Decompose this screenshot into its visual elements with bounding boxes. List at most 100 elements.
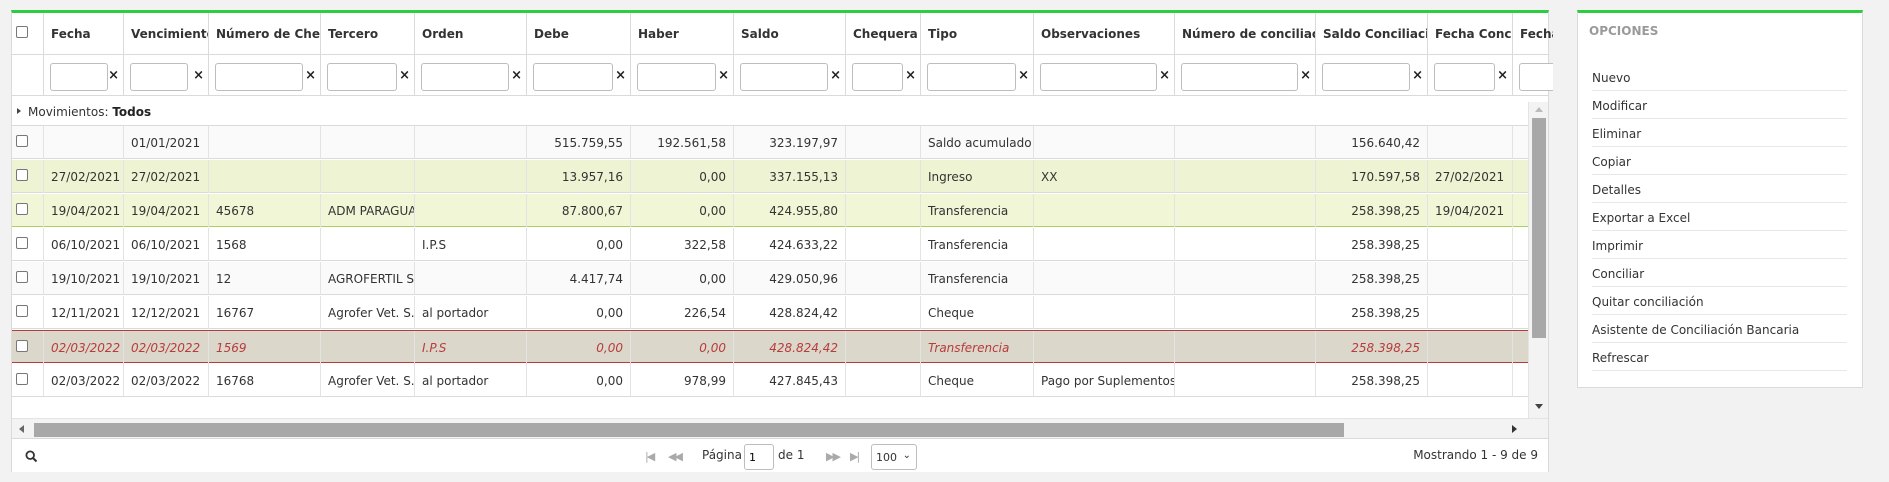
cell-venc: 19/04/2021 bbox=[124, 194, 209, 227]
header-chequera[interactable]: Chequera bbox=[846, 13, 921, 55]
header-observaciones[interactable]: Observaciones bbox=[1034, 13, 1175, 55]
table-row[interactable]: 01/01/2021 515.759,55 192.561,58 323.197,97… bbox=[12, 126, 1528, 159]
table-row[interactable]: 19/04/202119/04/202145678ADM PARAGUAYA87… bbox=[12, 194, 1528, 227]
header-tipo[interactable]: Tipo bbox=[921, 13, 1034, 55]
table-row[interactable]: 06/10/2021 06/10/2021 1568 I.P.S 0,00 322,58 4… bbox=[12, 228, 1528, 261]
row-select-cell bbox=[12, 296, 44, 329]
cell-debe: 13.957,16 bbox=[527, 160, 631, 193]
option-exportar-excel[interactable]: Exportar a Excel bbox=[1592, 203, 1847, 231]
clear-filter-chequera-icon[interactable]: × bbox=[905, 68, 916, 83]
vertical-scroll-thumb[interactable] bbox=[1532, 118, 1546, 338]
horizontal-scroll-thumb[interactable] bbox=[34, 423, 1344, 437]
header-tercero[interactable]: Tercero bbox=[321, 13, 415, 55]
next-page-icon[interactable]: ▶▶ bbox=[826, 450, 841, 463]
filter-fecha-conciliacion-input[interactable] bbox=[1434, 63, 1495, 91]
filter-numero-conciliacion: × bbox=[1175, 55, 1316, 96]
cell-ncon bbox=[1175, 160, 1316, 193]
expand-triangle-icon[interactable] bbox=[17, 108, 21, 114]
cell-tipo: Saldo acumulado bbox=[921, 126, 1034, 159]
cell-cheque: 45678 bbox=[209, 194, 321, 227]
clear-filter-orden-icon[interactable]: × bbox=[511, 68, 522, 83]
cell-obs bbox=[1034, 126, 1175, 159]
cell-obs bbox=[1034, 331, 1175, 364]
table-row[interactable]: 02/03/2022 02/03/2022 1569 I.P.S 0,00 0,00 428… bbox=[12, 330, 1528, 364]
header-fecha[interactable]: Fecha bbox=[44, 13, 124, 55]
filter-saldo-conciliacion: × bbox=[1316, 55, 1428, 96]
filter-observaciones-input[interactable] bbox=[1040, 63, 1157, 91]
header-fecha-conciliacion[interactable]: Fecha Conciliación bbox=[1428, 13, 1513, 55]
clear-filter-tipo-icon[interactable]: × bbox=[1018, 68, 1029, 83]
page-size-select[interactable]: 100 ⌄ bbox=[871, 444, 917, 470]
header-numero-cheque[interactable]: Número de Cheque bbox=[209, 13, 321, 55]
filter-saldo-input[interactable] bbox=[740, 63, 828, 91]
cell-venc: 02/03/2022 bbox=[124, 364, 209, 397]
filter-fecha-input[interactable] bbox=[50, 63, 108, 91]
option-asistente-conciliacion[interactable]: Asistente de Conciliación Bancaria bbox=[1592, 315, 1847, 343]
cell-haber: 192.561,58 bbox=[631, 126, 734, 159]
clear-filter-numero-cheque-icon[interactable]: × bbox=[305, 68, 316, 83]
cell-scon: 258.398,25 bbox=[1316, 364, 1428, 397]
filter-saldo-conciliacion-input[interactable] bbox=[1322, 63, 1410, 91]
filter-chequera-input[interactable] bbox=[852, 63, 903, 91]
clear-filter-debe-icon[interactable]: × bbox=[615, 68, 626, 83]
header-vencimiento[interactable]: Vencimiento bbox=[124, 13, 209, 55]
header-orden[interactable]: Orden bbox=[415, 13, 527, 55]
filter-debe-input[interactable] bbox=[533, 63, 613, 91]
header-haber[interactable]: Haber bbox=[631, 13, 734, 55]
select-all-checkbox[interactable] bbox=[16, 26, 28, 38]
scroll-left-icon[interactable] bbox=[19, 425, 24, 433]
header-debe[interactable]: Debe bbox=[527, 13, 631, 55]
grid-header: Fecha Vencimiento Número de Cheque Terce… bbox=[12, 13, 1553, 55]
option-imprimir[interactable]: Imprimir bbox=[1592, 231, 1847, 259]
cell-haber: 0,00 bbox=[631, 262, 734, 295]
table-row[interactable]: 02/03/2022 02/03/2022 16768 Agrofer Vet. S.… bbox=[12, 364, 1528, 397]
filter-haber-input[interactable] bbox=[637, 63, 716, 91]
filter-numero-conciliacion-input[interactable] bbox=[1181, 63, 1298, 91]
clear-filter-saldo-conciliacion-icon[interactable]: × bbox=[1412, 68, 1423, 83]
option-nuevo[interactable]: Nuevo bbox=[1592, 63, 1847, 91]
header-fecha-extra[interactable]: Fecha bbox=[1513, 13, 1553, 55]
clear-filter-tercero-icon[interactable]: × bbox=[399, 68, 410, 83]
option-conciliar[interactable]: Conciliar bbox=[1592, 259, 1847, 287]
filter-vencimiento-input[interactable] bbox=[130, 63, 188, 91]
filter-tipo-input[interactable] bbox=[927, 63, 1016, 91]
clear-filter-numero-conciliacion-icon[interactable]: × bbox=[1300, 68, 1311, 83]
cell-tercero: ADM PARAGUAYA bbox=[321, 194, 415, 227]
filter-fecha-extra-input[interactable] bbox=[1519, 63, 1553, 91]
page-number-input[interactable] bbox=[744, 444, 774, 470]
table-row[interactable]: 19/10/202119/10/202112AGROFERTIL S.A.4.4… bbox=[12, 262, 1528, 295]
first-page-icon[interactable]: |◀ bbox=[645, 450, 655, 463]
header-saldo-conciliacion[interactable]: Saldo Conciliación bbox=[1316, 13, 1428, 55]
scroll-right-icon[interactable] bbox=[1512, 425, 1517, 433]
clear-filter-vencimiento-icon[interactable]: × bbox=[193, 68, 204, 83]
header-saldo[interactable]: Saldo bbox=[734, 13, 846, 55]
cell-orden bbox=[415, 126, 527, 159]
clear-filter-haber-icon[interactable]: × bbox=[718, 68, 729, 83]
option-copiar[interactable]: Copiar bbox=[1592, 147, 1847, 175]
cell-ncon bbox=[1175, 364, 1316, 397]
clear-filter-observaciones-icon[interactable]: × bbox=[1159, 68, 1170, 83]
option-detalles[interactable]: Detalles bbox=[1592, 175, 1847, 203]
clear-filter-fecha-conciliacion-icon[interactable]: × bbox=[1497, 68, 1508, 83]
table-row[interactable]: 27/02/2021 27/02/2021 13.957,16 0,00 337.155… bbox=[12, 160, 1528, 193]
search-icon[interactable] bbox=[25, 450, 38, 463]
filter-tercero-input[interactable] bbox=[327, 63, 397, 91]
clear-filter-saldo-icon[interactable]: × bbox=[830, 68, 841, 83]
option-eliminar[interactable]: Eliminar bbox=[1592, 119, 1847, 147]
vertical-scrollbar[interactable] bbox=[1528, 102, 1548, 418]
horizontal-scrollbar[interactable] bbox=[12, 418, 1548, 438]
prev-page-icon[interactable]: ◀◀ bbox=[668, 450, 683, 463]
scroll-up-icon[interactable] bbox=[1535, 107, 1543, 112]
group-header[interactable]: Movimientos: Todos bbox=[12, 96, 1528, 126]
header-numero-conciliacion[interactable]: Número de conciliación bbox=[1175, 13, 1316, 55]
clear-filter-fecha-icon[interactable]: × bbox=[108, 68, 119, 83]
option-modificar[interactable]: Modificar bbox=[1592, 91, 1847, 119]
option-quitar-conciliacion[interactable]: Quitar conciliación bbox=[1592, 287, 1847, 315]
filter-numero-cheque-input[interactable] bbox=[215, 63, 303, 91]
option-refrescar[interactable]: Refrescar bbox=[1592, 343, 1847, 371]
table-row[interactable]: 12/11/2021 12/12/2021 16767 Agrofer Vet. S.… bbox=[12, 296, 1528, 329]
filter-observaciones: × bbox=[1034, 55, 1175, 96]
scroll-down-icon[interactable] bbox=[1535, 404, 1543, 409]
filter-orden-input[interactable] bbox=[421, 63, 509, 91]
last-page-icon[interactable]: ▶| bbox=[850, 450, 860, 463]
